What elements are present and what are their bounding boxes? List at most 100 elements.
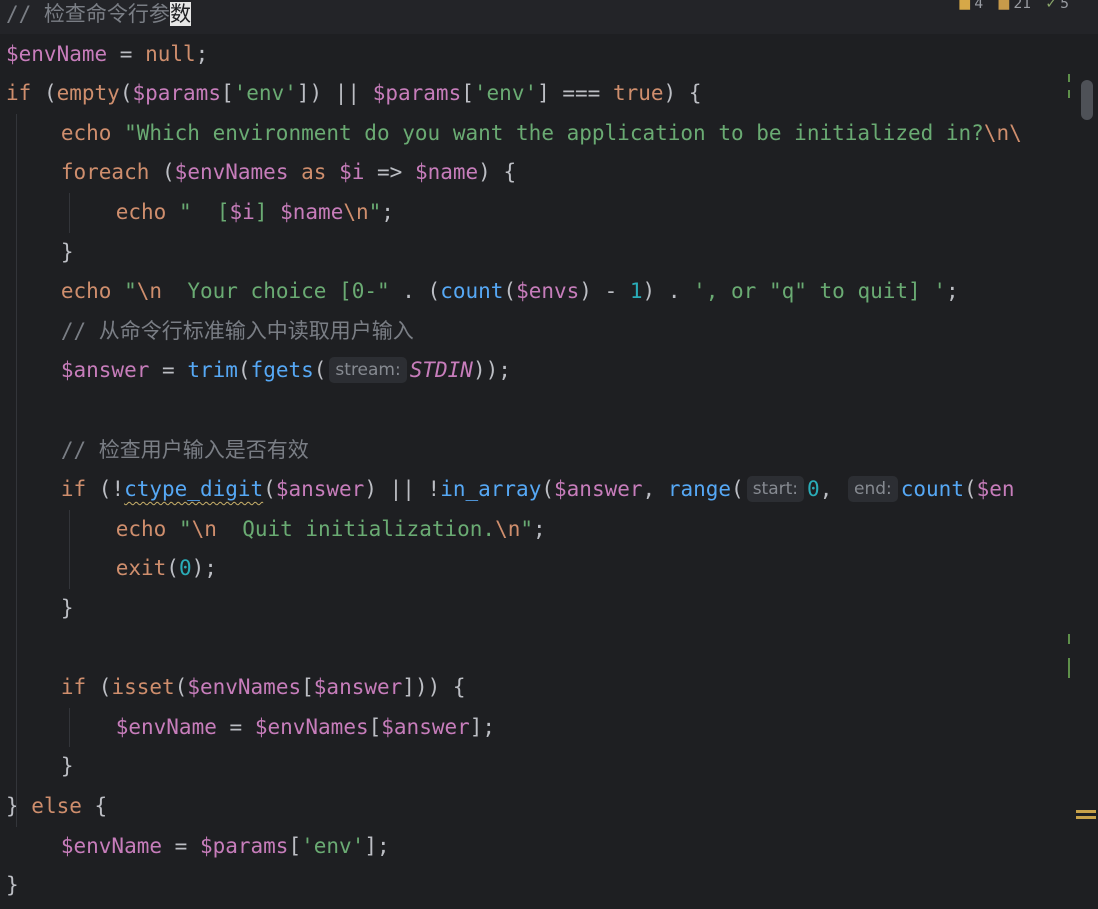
change-marker[interactable] <box>1068 658 1070 678</box>
code-token: ( <box>731 477 744 502</box>
code-line[interactable]: // 检查用户输入是否有效 <box>61 431 309 470</box>
warning-icon: ■ <box>958 0 972 12</box>
code-token: ]) || <box>296 81 373 106</box>
code-line[interactable]: $answer = trim(fgets(stream: STDIN)); <box>61 351 511 390</box>
code-token: trim <box>187 358 238 383</box>
code-token: ( <box>174 675 188 700</box>
code-token: in_array <box>440 477 542 502</box>
code-line[interactable]: foreach ($envNames as $i => $name) { <box>61 153 516 192</box>
code-token: $answer <box>60 358 150 383</box>
code-editor[interactable]: ■ 4 ■ 21 ✓ 5 ˄ // 检查命令行参数 $envName = null; if (e… <box>0 0 1098 909</box>
code-token: ( <box>313 358 327 383</box>
code-token: if <box>60 675 87 700</box>
code-token: fgets <box>250 358 314 383</box>
scroll-thumb[interactable] <box>1081 80 1093 120</box>
code-token: as <box>301 160 327 185</box>
change-marker[interactable] <box>1068 634 1070 644</box>
error-stripe[interactable] <box>1068 0 1098 909</box>
code-line[interactable]: echo "\n Quit initialization.\n"; <box>116 510 546 549</box>
code-token: ) { <box>663 81 702 106</box>
code-token: $envs <box>516 279 580 304</box>
code-token: $name <box>414 160 479 185</box>
code-token: $name <box>280 200 344 224</box>
code-token: { <box>81 794 108 818</box>
code-token: [ <box>368 714 382 739</box>
code-token: " <box>178 516 192 541</box>
weak-warning-counter[interactable]: ■ 21 <box>997 0 1031 12</box>
code-line[interactable]: } <box>61 589 74 628</box>
parameter-hint: start: <box>746 476 805 503</box>
code-token: 'env' <box>233 81 297 106</box>
code-token: ])) { <box>402 675 466 700</box>
code-token: $envNames <box>254 714 369 739</box>
indent-guide <box>69 707 70 748</box>
code-token: // 检查用户输入是否有效 <box>60 437 309 462</box>
code-token: 'env' <box>473 81 538 106</box>
code-token: } <box>6 873 19 898</box>
code-line[interactable]: if (!ctype_digit($answer) || !in_array($… <box>61 470 1015 509</box>
code-line[interactable]: $envName = $envNames[$answer]; <box>116 708 495 747</box>
code-token: echo <box>60 279 112 304</box>
code-token: STDIN <box>409 358 473 383</box>
code-token: $answer <box>313 675 403 700</box>
code-token: ]; <box>364 833 390 858</box>
typo-counter[interactable]: ✓ 5 <box>1045 0 1069 12</box>
code-token: exit <box>115 556 167 581</box>
code-token: $i <box>339 160 365 185</box>
code-line[interactable]: } else { <box>6 787 107 826</box>
code-line[interactable]: exit(0); <box>116 549 217 588</box>
code-token: ] === <box>537 81 613 106</box>
code-line[interactable]: } <box>6 866 19 905</box>
code-token: isset <box>111 675 175 700</box>
code-line[interactable]: echo " [$i] $name\n"; <box>116 193 394 232</box>
code-token: \ <box>1009 120 1022 145</box>
code-token: $envNames <box>187 675 302 700</box>
code-token: \n <box>495 516 521 541</box>
code-token-warning: ctype_digit <box>124 477 264 502</box>
warning-counter[interactable]: ■ 4 <box>958 0 983 12</box>
code-line[interactable]: // 检查命令行参数 <box>6 0 191 34</box>
code-line[interactable]: if (isset($envNames[$answer])) { <box>61 668 466 707</box>
code-token: $params <box>372 81 462 106</box>
code-token: count <box>900 477 964 502</box>
code-token: Quit initialization. <box>216 516 496 541</box>
typo-icon: ✓ <box>1045 0 1058 12</box>
code-token: = <box>107 41 146 66</box>
code-token: } <box>60 239 74 264</box>
code-line[interactable]: } <box>61 233 74 272</box>
code-token: " <box>124 279 137 304</box>
code-token: // 检查命令行参 <box>6 2 170 26</box>
code-token: \n <box>983 120 1010 145</box>
code-token: 1 <box>629 279 643 304</box>
code-token: ( <box>119 81 133 106</box>
code-line[interactable]: if (empty($params['env']) || $params['en… <box>6 74 701 113</box>
code-token: ]; <box>469 714 496 739</box>
code-token: 0 <box>178 556 192 581</box>
code-line[interactable]: echo "\n Your choice [0-" . (count($envs… <box>61 272 959 311</box>
change-marker[interactable] <box>1068 74 1070 82</box>
code-token: ; <box>195 41 209 66</box>
warning-marker[interactable] <box>1076 810 1096 813</box>
code-token: else <box>31 794 82 818</box>
change-marker[interactable] <box>1068 90 1070 98</box>
weak-warning-icon: ■ <box>997 0 1011 12</box>
code-line[interactable]: } <box>61 747 74 786</box>
code-token: true <box>612 81 664 106</box>
code-token: echo <box>60 120 112 145</box>
code-line[interactable]: echo "Which environment do you want the … <box>61 114 1022 153</box>
code-line[interactable]: $envName = $params['env']; <box>61 827 390 866</box>
code-token: \n <box>343 200 369 224</box>
code-token: ) { <box>478 160 517 185</box>
code-token: } <box>60 754 74 779</box>
code-line[interactable]: $envName = null; <box>6 35 208 74</box>
indent-guide <box>69 509 70 589</box>
code-line[interactable]: // 从命令行标准输入中读取用户输入 <box>61 312 414 351</box>
badge-count: 21 <box>1013 0 1032 12</box>
code-token: $envName <box>115 714 217 739</box>
warning-marker[interactable] <box>1076 816 1096 819</box>
selected-text: 数 <box>169 2 191 26</box>
code-token: $params <box>199 833 289 858</box>
code-token: ( <box>963 477 977 502</box>
